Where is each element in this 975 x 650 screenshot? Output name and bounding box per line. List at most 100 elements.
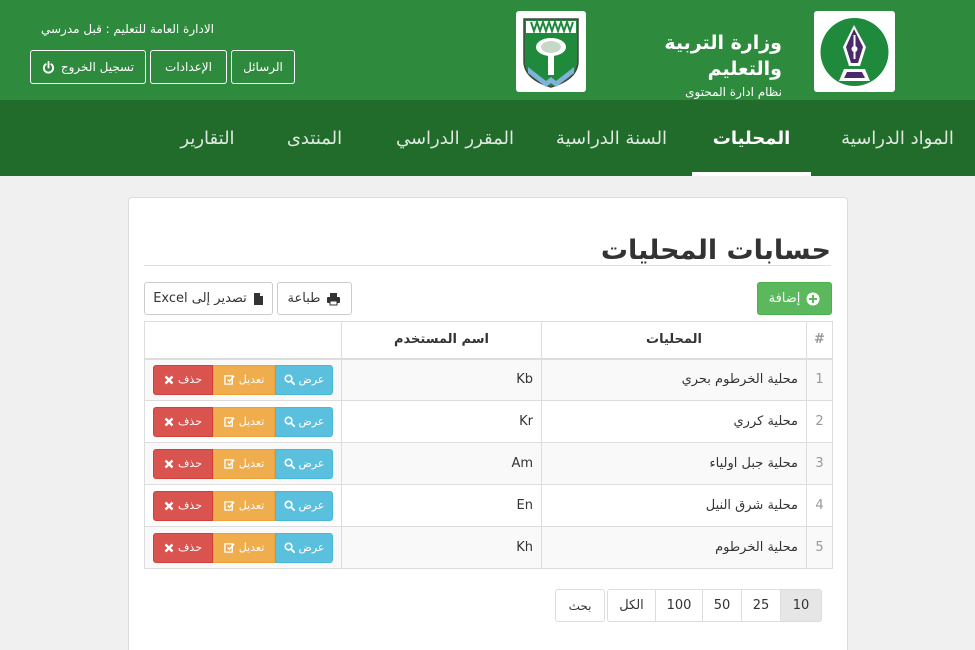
row-actions: عرض تعديل حذف bbox=[144, 358, 342, 401]
export-button-label: تصدير إلى Excel bbox=[153, 291, 247, 306]
edit-button[interactable]: تعديل bbox=[213, 364, 275, 395]
page-size-50[interactable]: 50 bbox=[702, 589, 742, 622]
ministry-logo bbox=[814, 11, 895, 92]
search-icon bbox=[283, 374, 295, 386]
delete-button-label: حذف bbox=[178, 499, 202, 512]
search-icon bbox=[283, 500, 295, 511]
view-button-label: عرض bbox=[298, 415, 325, 428]
delete-button-label: حذف bbox=[178, 541, 202, 554]
nav-item-localities[interactable]: المحليات bbox=[692, 100, 811, 176]
table-row: 2 محلية كرري Kr عرض تعديل حذف bbox=[144, 400, 833, 443]
row-number: 2 bbox=[806, 400, 833, 443]
admin-info: الادارة العامة للتعليم : قبل مدرسي bbox=[41, 22, 214, 36]
table-row: 1 محلية الخرطوم بحري Kb عرض تعديل حذف bbox=[144, 358, 833, 401]
settings-button[interactable]: الإعدادات bbox=[150, 50, 227, 84]
search-button[interactable]: بحث bbox=[555, 589, 605, 622]
nav-item-subjects[interactable]: المواد الدراسية bbox=[820, 100, 975, 176]
ministry-title-block: وزارة التربية والتعليم نظام ادارة المحتو… bbox=[600, 30, 782, 102]
add-button[interactable]: إضافة bbox=[757, 282, 832, 315]
edit-button-label: تعديل bbox=[238, 541, 265, 554]
sudan-emblem-logo bbox=[516, 11, 586, 92]
search-icon bbox=[283, 458, 295, 469]
edit-icon bbox=[224, 500, 235, 511]
view-button-label: عرض bbox=[298, 373, 325, 387]
username: Kr bbox=[341, 400, 542, 443]
edit-icon bbox=[224, 458, 235, 469]
view-button[interactable]: عرض bbox=[275, 364, 333, 395]
delete-button-label: حذف bbox=[178, 373, 202, 387]
header-locality: المحليات bbox=[541, 321, 807, 360]
close-icon bbox=[164, 375, 174, 385]
header-actions bbox=[144, 321, 342, 360]
locality-name: محلية الخرطوم bbox=[541, 526, 807, 569]
delete-button[interactable]: حذف bbox=[153, 364, 213, 395]
table-row: 5 محلية الخرطوم Kh عرض تعديل حذف bbox=[144, 526, 833, 569]
row-number: 3 bbox=[806, 442, 833, 485]
row-actions: عرض تعديل حذف bbox=[144, 400, 342, 443]
localities-table: # المحليات اسم المستخدم 1 محلية الخرطوم ب… bbox=[144, 321, 833, 569]
edit-button[interactable]: تعديل bbox=[213, 448, 275, 479]
username: Am bbox=[341, 442, 542, 485]
print-button[interactable]: طباعة bbox=[277, 282, 352, 315]
locality-name: محلية شرق النيل bbox=[541, 484, 807, 527]
header-number: # bbox=[806, 321, 833, 360]
row-actions: عرض تعديل حذف bbox=[144, 442, 342, 485]
logout-button-label: تسجيل الخروج bbox=[60, 60, 135, 74]
delete-button[interactable]: حذف bbox=[153, 448, 213, 479]
row-actions: عرض تعديل حذف bbox=[144, 526, 342, 569]
page-size-10[interactable]: 10 bbox=[780, 589, 822, 622]
delete-button-label: حذف bbox=[178, 457, 202, 470]
row-number: 1 bbox=[806, 358, 833, 401]
delete-button[interactable]: حذف bbox=[153, 532, 213, 563]
nav-item-curriculum[interactable]: المقرر الدراسي bbox=[380, 100, 530, 176]
add-button-label: إضافة bbox=[768, 291, 801, 306]
edit-button[interactable]: تعديل bbox=[213, 490, 275, 521]
page-size-100[interactable]: 100 bbox=[655, 589, 703, 622]
edit-button[interactable]: تعديل bbox=[213, 406, 275, 437]
nav-item-reports[interactable]: التقارير bbox=[160, 100, 255, 176]
locality-name: محلية كرري bbox=[541, 400, 807, 443]
page-title: حسابات المحليات bbox=[600, 235, 831, 266]
delete-button[interactable]: حذف bbox=[153, 490, 213, 521]
nav-item-school-year[interactable]: السنة الدراسية bbox=[540, 100, 683, 176]
row-number: 5 bbox=[806, 526, 833, 569]
edit-button[interactable]: تعديل bbox=[213, 532, 275, 563]
settings-button-label: الإعدادات bbox=[165, 60, 212, 74]
nav-active-indicator bbox=[692, 172, 811, 176]
view-button[interactable]: عرض bbox=[275, 532, 333, 563]
edit-button-label: تعديل bbox=[238, 499, 265, 512]
edit-icon bbox=[224, 542, 235, 553]
close-icon bbox=[164, 459, 174, 469]
header-username: اسم المستخدم bbox=[341, 321, 542, 360]
delete-button[interactable]: حذف bbox=[153, 406, 213, 437]
delete-button-label: حذف bbox=[178, 415, 202, 428]
print-button-label: طباعة bbox=[287, 291, 321, 306]
messages-button-label: الرسائل bbox=[243, 60, 283, 74]
close-icon bbox=[164, 543, 174, 553]
view-button[interactable]: عرض bbox=[275, 448, 333, 479]
close-icon bbox=[164, 417, 174, 427]
page-size-25[interactable]: 25 bbox=[741, 589, 781, 622]
nav-item-forum[interactable]: المنتدى bbox=[262, 100, 367, 176]
edit-button-label: تعديل bbox=[238, 373, 265, 387]
view-button-label: عرض bbox=[298, 499, 325, 512]
plus-circle-icon bbox=[806, 292, 820, 306]
view-button[interactable]: عرض bbox=[275, 406, 333, 437]
edit-icon bbox=[224, 416, 235, 427]
edit-button-label: تعديل bbox=[238, 457, 265, 470]
ministry-title: وزارة التربية والتعليم bbox=[664, 32, 782, 80]
search-icon bbox=[283, 416, 295, 427]
username: Kh bbox=[341, 526, 542, 569]
power-icon bbox=[42, 60, 55, 74]
main-nav: المواد الدراسية المحليات السنة الدراسية … bbox=[0, 100, 975, 176]
row-number: 4 bbox=[806, 484, 833, 527]
title-divider bbox=[144, 265, 831, 266]
logout-button[interactable]: تسجيل الخروج bbox=[30, 50, 146, 84]
messages-button[interactable]: الرسائل bbox=[231, 50, 295, 84]
page-size-all[interactable]: الكل bbox=[607, 589, 656, 622]
system-subtitle: نظام ادارة المحتوى bbox=[685, 85, 782, 99]
view-button[interactable]: عرض bbox=[275, 490, 333, 521]
table-row: 3 محلية جبل اولياء Am عرض تعديل حذف bbox=[144, 442, 833, 485]
view-button-label: عرض bbox=[298, 541, 325, 554]
export-excel-button[interactable]: تصدير إلى Excel bbox=[144, 282, 273, 315]
